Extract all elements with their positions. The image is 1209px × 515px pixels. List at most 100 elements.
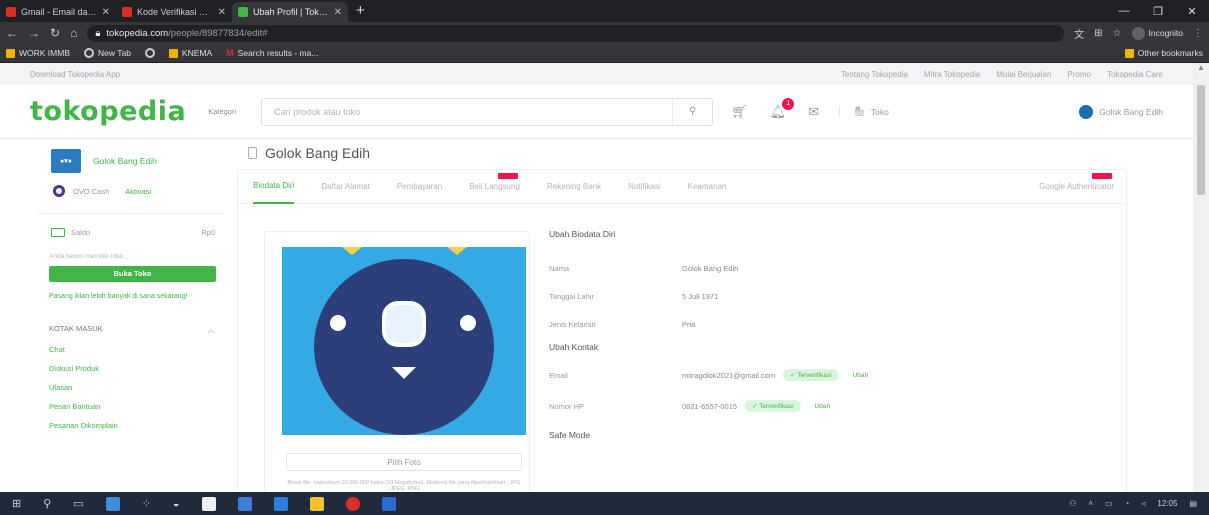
clock[interactable]: 12:05	[1157, 499, 1177, 508]
sidebar-item-product-discussion[interactable]: Diskusi Produk	[37, 354, 223, 373]
translate-icon[interactable]: 文	[1074, 26, 1084, 41]
word-icon[interactable]	[381, 496, 396, 511]
folder-icon	[6, 48, 15, 58]
bookmark-new-tab[interactable]: New Tab	[84, 48, 131, 58]
sidebar-item-reviews[interactable]: Ulasan	[37, 373, 223, 392]
shop-button[interactable]: 🏪︎ Toko	[839, 106, 889, 117]
forward-icon[interactable]: →	[28, 26, 40, 40]
reload-icon[interactable]: ↻	[50, 26, 60, 40]
sidebar-item-chat[interactable]: Chat	[37, 335, 223, 354]
new-tab-button[interactable]: +	[348, 2, 373, 22]
profile-sidebar: ●▾● Golok Bang Edih OVO Cash Aktivasi Sa…	[37, 149, 223, 430]
close-tab-icon[interactable]: ✕	[102, 7, 110, 18]
scrollbar-thumb[interactable]	[1197, 85, 1205, 195]
extension-icon[interactable]: ⊞	[1094, 28, 1102, 39]
search-button[interactable]: ⚲	[672, 98, 712, 125]
user-menu[interactable]: Golok Bang Edih	[1079, 104, 1163, 119]
saldo-row[interactable]: Saldo Rp0	[37, 214, 223, 237]
battery-icon[interactable]: ▭	[1105, 499, 1113, 508]
back-icon[interactable]: ←	[6, 26, 18, 40]
inbox-icon[interactable]: ✉	[808, 104, 819, 120]
task-view-icon[interactable]: ▭	[73, 497, 83, 510]
profile-card: Biodata Diri Daftar Alamat Pembayaran Be…	[237, 169, 1127, 492]
star-icon[interactable]: ☆	[1113, 28, 1122, 39]
bookmark-globe[interactable]	[144, 48, 155, 58]
app-icon[interactable]	[237, 496, 252, 511]
maximize-icon[interactable]: ❐	[1141, 5, 1175, 18]
edge-icon[interactable]	[273, 496, 288, 511]
tab-buy-direct[interactable]: Beli Langsung	[469, 170, 520, 204]
notification-center-icon[interactable]: ▤	[1189, 499, 1197, 508]
page-title-text: Golok Bang Edih	[265, 145, 371, 161]
search-icon[interactable]: ⚲	[43, 497, 51, 510]
minimize-icon[interactable]: —	[1107, 5, 1141, 17]
top-link-promo[interactable]: Promo	[1067, 70, 1091, 79]
windows-start-icon[interactable]: ⊞	[12, 497, 21, 510]
browser-tab-gmail[interactable]: Gmail - Email dari Google ✕	[0, 2, 116, 22]
chevron-up-icon[interactable]: ˄	[1088, 499, 1093, 508]
search-input[interactable]: Cari produk atau toko ⚲	[261, 97, 714, 126]
page-scrollbar[interactable]: ▲	[1193, 63, 1209, 492]
menu-icon[interactable]: ⋮	[1193, 28, 1203, 39]
tab-bank-account[interactable]: Rekening Bank	[547, 170, 601, 204]
field-birthdate: Tanggal Lahir 5 Juli 1971	[549, 282, 1109, 310]
home-icon[interactable]: ⌂	[70, 26, 77, 40]
close-tab-icon[interactable]: ✕	[334, 7, 342, 18]
browser-tab-tokopedia[interactable]: Ubah Profil | Tokopedia ✕	[232, 2, 348, 22]
cart-icon[interactable]: 🛒︎	[731, 104, 748, 120]
tab-notification[interactable]: Notifikasi	[628, 170, 660, 204]
tab-security[interactable]: Keamanan	[688, 170, 727, 204]
sidebar-item-help-messages[interactable]: Pesan Bantuan	[37, 392, 223, 411]
tokopedia-logo[interactable]: tokopedia	[30, 96, 186, 127]
volume-icon[interactable]: ◃	[1141, 499, 1145, 508]
sidebar-user[interactable]: ●▾● Golok Bang Edih	[37, 149, 223, 173]
inbox-section-header[interactable]: KOTAK MASUK ︿	[37, 302, 223, 335]
top-link-partners[interactable]: Mitra Tokopedia	[924, 70, 980, 79]
app-icon[interactable]	[201, 496, 216, 511]
other-bookmarks[interactable]: Other bookmarks	[1124, 48, 1203, 58]
field-value[interactable]: Pria	[682, 320, 695, 329]
folder-icon[interactable]	[309, 496, 324, 511]
change-email-link[interactable]: Ubah	[853, 372, 869, 379]
bookmark-label: Search results - ma...	[237, 48, 319, 58]
wifi-app-icon[interactable]: ◒	[173, 498, 180, 510]
top-link-sell[interactable]: Mulai Berjualan	[996, 70, 1051, 79]
browser-tab-verification[interactable]: Kode Verifikasi untuk Sentuh Email ✕	[116, 2, 232, 22]
page-title: Golok Bang Edih	[248, 145, 370, 161]
change-phone-link[interactable]: Ubah	[815, 403, 831, 410]
wifi-icon[interactable]: ◔	[1125, 499, 1130, 508]
top-link-about[interactable]: Tentang Tokopedia	[841, 70, 908, 79]
promo-link[interactable]: Pasang iklan lebih banyak di sana sekara…	[37, 282, 223, 302]
download-app-link[interactable]: Download Tokopedia App	[30, 70, 120, 79]
field-value[interactable]: Golok Bang Edih	[682, 264, 738, 273]
field-value[interactable]: 5 Juli 1971	[682, 292, 718, 301]
apps-icon[interactable]: ⁘	[142, 497, 151, 510]
sidebar-item-complaints[interactable]: Pesanan Dikomplain	[37, 411, 223, 430]
notification-button[interactable]: 🔔︎ 1	[770, 97, 795, 120]
address-bar[interactable]: 🔒︎ tokopedia.com/people/89877834/edit#	[87, 24, 1065, 42]
open-shop-button[interactable]: Buka Toko	[49, 266, 216, 282]
category-menu[interactable]: Kategori	[208, 107, 236, 116]
bookmark-search-results[interactable]: M Search results - ma...	[226, 48, 318, 58]
close-window-icon[interactable]: ✕	[1175, 5, 1209, 18]
incognito-indicator[interactable]: Incognito	[1131, 26, 1183, 40]
scroll-up-icon[interactable]: ▲	[1193, 63, 1209, 77]
bookmark-work-immb[interactable]: WORK IMMB	[6, 48, 70, 58]
ovo-activate-link[interactable]: Aktivasi	[125, 187, 151, 196]
lock-icon: 🔒︎	[95, 27, 101, 39]
explorer-icon[interactable]	[105, 496, 120, 511]
close-tab-icon[interactable]: ✕	[218, 7, 226, 18]
bookmark-knema[interactable]: KNEMA	[168, 48, 212, 58]
chrome-icon[interactable]	[345, 496, 360, 511]
tab-payment[interactable]: Pembayaran	[397, 170, 442, 204]
verified-badge: ✓ Terverifikasi	[783, 369, 839, 381]
choose-photo-button[interactable]: Pilih Foto	[286, 453, 522, 471]
top-link-care[interactable]: Tokopedia Care	[1107, 70, 1163, 79]
people-icon[interactable]: ⚇	[1069, 499, 1076, 508]
bookmark-label: WORK IMMB	[19, 48, 70, 58]
avatar	[1079, 104, 1094, 119]
browser-tab-strip: Gmail - Email dari Google ✕ Kode Verifik…	[0, 0, 1209, 22]
tab-address[interactable]: Daftar Alamat	[321, 170, 369, 204]
tab-google-authenticator[interactable]: Google Authenticator	[1039, 170, 1114, 204]
tab-biodata[interactable]: Biodata Diri	[253, 170, 295, 204]
